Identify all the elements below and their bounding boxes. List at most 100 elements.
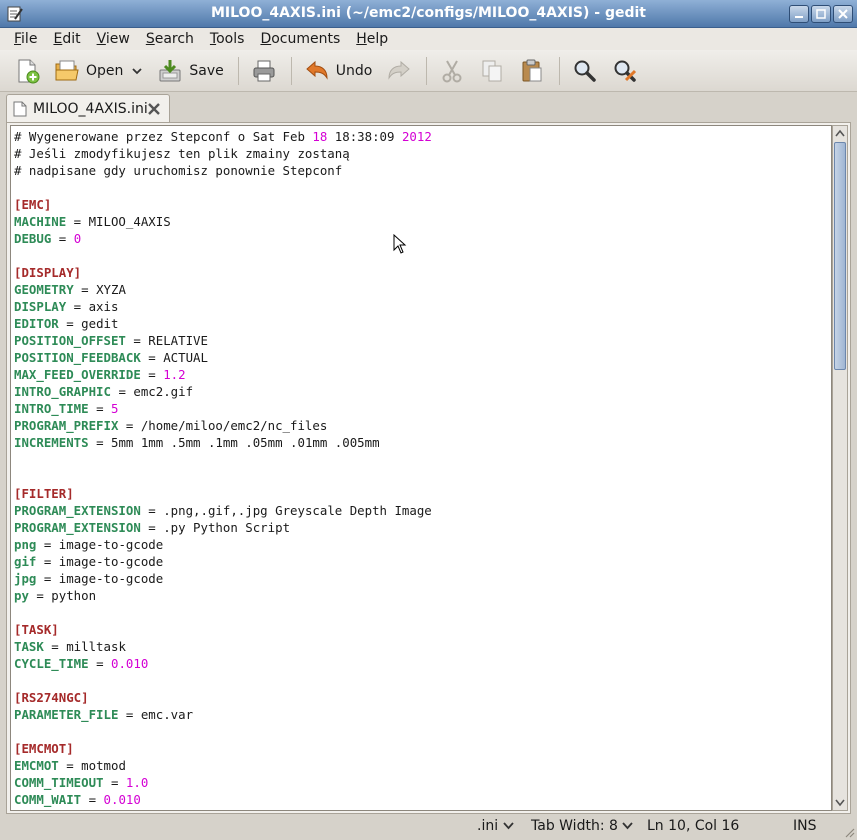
code-line[interactable]: POSITION_FEEDBACK = ACTUAL: [14, 349, 831, 366]
code-view[interactable]: # Wygenerowane przez Stepconf o Sat Feb …: [11, 126, 831, 810]
code-line[interactable]: MACHINE = MILOO_4AXIS: [14, 213, 831, 230]
code-line[interactable]: DISPLAY = axis: [14, 298, 831, 315]
resize-grip-icon[interactable]: [843, 826, 855, 838]
copy-button[interactable]: [475, 54, 509, 88]
code-token: PROGRAM_EXTENSION: [14, 503, 141, 518]
menu-documents[interactable]: Documents: [252, 31, 348, 47]
code-line[interactable]: [14, 179, 831, 196]
menu-view[interactable]: View: [89, 31, 138, 47]
code-line[interactable]: # nadpisane gdy uruchomisz ponownie Step…: [14, 162, 831, 179]
code-token: POSITION_OFFSET: [14, 333, 126, 348]
code-line[interactable]: EDITOR = gedit: [14, 315, 831, 332]
code-line[interactable]: [RS274NGC]: [14, 689, 831, 706]
code-line[interactable]: [DISPLAY]: [14, 264, 831, 281]
paste-button[interactable]: [515, 54, 549, 88]
code-line[interactable]: MAX_FEED_OVERRIDE = 1.2: [14, 366, 831, 383]
code-line[interactable]: py = python: [14, 587, 831, 604]
scroll-down-arrow[interactable]: [833, 796, 847, 810]
minimize-button[interactable]: [789, 5, 809, 23]
open-recent-dropdown[interactable]: [127, 54, 147, 88]
code-line[interactable]: [FILTER]: [14, 485, 831, 502]
search-icon: [574, 60, 597, 82]
code-line[interactable]: POSITION_OFFSET = RELATIVE: [14, 332, 831, 349]
new-document-button[interactable]: [10, 54, 44, 88]
code-token: [EMCMOT]: [14, 741, 74, 756]
text-editor[interactable]: # Wygenerowane przez Stepconf o Sat Feb …: [10, 125, 832, 811]
code-line[interactable]: [EMC]: [14, 196, 831, 213]
code-line[interactable]: INTRO_TIME = 5: [14, 400, 831, 417]
menu-edit[interactable]: Edit: [45, 31, 88, 47]
close-tab-icon[interactable]: [147, 102, 161, 116]
cut-button[interactable]: [435, 54, 469, 88]
code-token: [TASK]: [14, 622, 59, 637]
scroll-thumb[interactable]: [834, 142, 846, 370]
code-line[interactable]: DEBUG = 0: [14, 230, 831, 247]
code-token: [EMC]: [14, 197, 52, 212]
minimize-icon: [795, 16, 803, 18]
tab-miloo-4axis-ini[interactable]: MILOO_4AXIS.ini: [6, 94, 170, 123]
code-line[interactable]: png = image-to-gcode: [14, 536, 831, 553]
code-line[interactable]: [TASK]: [14, 621, 831, 638]
code-line[interactable]: INTRO_GRAPHIC = emc2.gif: [14, 383, 831, 400]
code-line[interactable]: # Jeśli zmodyfikujesz ten plik zmainy zo…: [14, 145, 831, 162]
menu-tools[interactable]: Tools: [202, 31, 253, 47]
maximize-button[interactable]: [811, 5, 831, 23]
print-button[interactable]: [247, 54, 281, 88]
menu-help-label: elp: [366, 31, 389, 47]
scroll-up-arrow[interactable]: [833, 126, 847, 140]
menu-file[interactable]: File: [6, 31, 45, 47]
code-line[interactable]: BASE_PERIOD = 71428: [14, 808, 831, 810]
filetype-selector[interactable]: .ini: [477, 818, 514, 834]
code-token: BASE_PERIOD: [14, 809, 96, 810]
clipboard-icon: [522, 59, 542, 81]
code-line[interactable]: [14, 723, 831, 740]
save-button[interactable]: Save: [153, 54, 227, 88]
code-line[interactable]: [14, 451, 831, 468]
code-line[interactable]: [EMCMOT]: [14, 740, 831, 757]
undo-button[interactable]: Undo: [300, 54, 377, 88]
menu-help-mnemonic: H: [356, 31, 367, 47]
chevron-down-icon: [132, 67, 143, 74]
code-token: [FILTER]: [14, 486, 74, 501]
code-token: =: [88, 656, 111, 671]
code-line[interactable]: INCREMENTS = 5mm 1mm .5mm .1mm .05mm .01…: [14, 434, 831, 451]
menu-help[interactable]: Help: [348, 31, 396, 47]
code-line[interactable]: PROGRAM_PREFIX = /home/miloo/emc2/nc_fil…: [14, 417, 831, 434]
code-line[interactable]: PARAMETER_FILE = emc.var: [14, 706, 831, 723]
cursor-position: Ln 10, Col 16: [647, 818, 740, 834]
window-title: MILOO_4AXIS.ini (~/emc2/configs/MILOO_4A…: [210, 5, 646, 21]
toolbar-separator: [290, 56, 292, 85]
vertical-scrollbar[interactable]: [832, 125, 848, 811]
code-line[interactable]: gif = image-to-gcode: [14, 553, 831, 570]
find-button[interactable]: [568, 54, 602, 88]
code-line[interactable]: PROGRAM_EXTENSION = .py Python Script: [14, 519, 831, 536]
code-line[interactable]: CYCLE_TIME = 0.010: [14, 655, 831, 672]
code-token: = image-to-gcode: [36, 554, 164, 569]
code-line[interactable]: COMM_TIMEOUT = 1.0: [14, 774, 831, 791]
redo-button[interactable]: [382, 54, 416, 88]
code-line[interactable]: COMM_WAIT = 0.010: [14, 791, 831, 808]
menu-search[interactable]: Search: [138, 31, 202, 47]
code-token: = image-to-gcode: [36, 537, 164, 552]
find-replace-button[interactable]: [608, 54, 642, 88]
code-token: = 5mm 1mm .5mm .1mm .05mm .01mm .005mm: [88, 435, 380, 450]
tab-width-selector[interactable]: Tab Width: 8: [531, 818, 634, 834]
code-token: 0.010: [111, 656, 149, 671]
code-line[interactable]: GEOMETRY = XYZA: [14, 281, 831, 298]
close-window-button[interactable]: [833, 5, 853, 23]
code-token: MACHINE: [14, 214, 67, 229]
code-line[interactable]: TASK = milltask: [14, 638, 831, 655]
code-token: =: [51, 231, 74, 246]
code-line[interactable]: [14, 672, 831, 689]
code-token: EMCMOT: [14, 758, 59, 773]
code-line[interactable]: [14, 247, 831, 264]
undo-icon: [306, 60, 328, 80]
code-line[interactable]: PROGRAM_EXTENSION = .png,.gif,.jpg Greys…: [14, 502, 831, 519]
open-button[interactable]: Open: [50, 54, 127, 88]
code-line[interactable]: [14, 604, 831, 621]
code-line[interactable]: # Wygenerowane przez Stepconf o Sat Feb …: [14, 128, 831, 145]
code-line[interactable]: EMCMOT = motmod: [14, 757, 831, 774]
code-line[interactable]: jpg = image-to-gcode: [14, 570, 831, 587]
code-token: [RS274NGC]: [14, 690, 89, 705]
code-line[interactable]: [14, 468, 831, 485]
